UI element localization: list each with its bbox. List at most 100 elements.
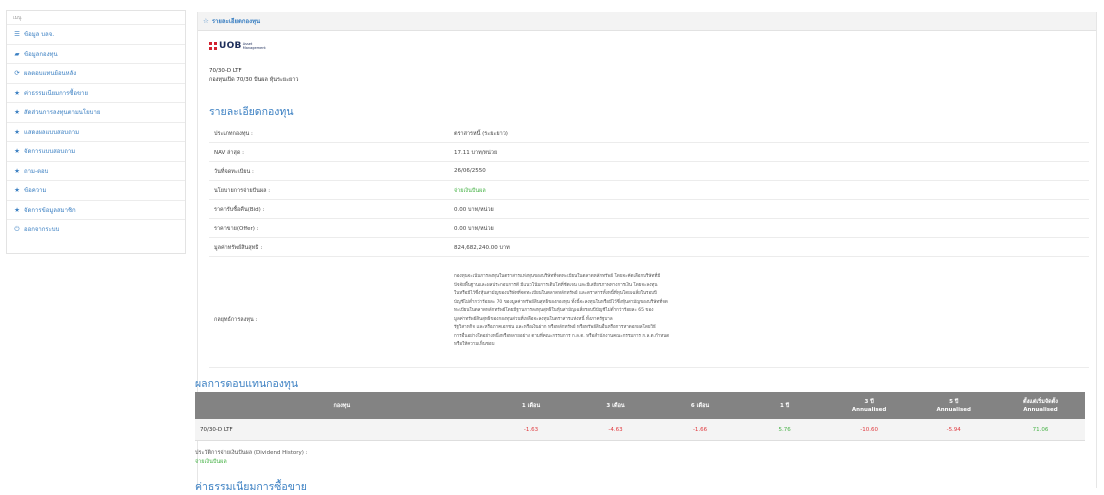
detail-heading: รายละเอียดกองทุน bbox=[209, 106, 294, 118]
sidebar-item[interactable]: ⟳ ผลตอบแทนย้อนหลัง bbox=[7, 63, 185, 83]
sidebar-item-label: ข้อมูลกองทุน bbox=[24, 50, 58, 58]
detail-label: มูลค่าทรัพย์สินสุทธิ : bbox=[214, 245, 263, 251]
performance-body: 70/30-D LTF -1.63 -4.63 -1.66 5.76 -10.60 -5.9… bbox=[195, 419, 1085, 441]
sidebar-item-label: ข้อความ bbox=[24, 187, 47, 195]
fund-code: 70/30-D LTF bbox=[209, 68, 242, 74]
sidebar-item[interactable]: ★ ถาม-ตอบ bbox=[7, 160, 185, 181]
uob-logo-subtitle: Asset Management bbox=[242, 42, 266, 50]
column-header-line2: Annualised bbox=[851, 406, 887, 413]
sidebar-header: เมนู bbox=[13, 15, 22, 21]
detail-row: มูลค่าทรัพย์สินสุทธิ : 824,682,240.00 บาท bbox=[209, 238, 1089, 257]
detail-label: วันที่จดทะเบียน : bbox=[214, 169, 254, 175]
performance-column-header: 3 ปี Annualised bbox=[826, 392, 912, 419]
performance-column-header: กองทุน bbox=[195, 392, 489, 419]
detail-label: NAV ล่าสุด : bbox=[214, 150, 245, 156]
return-cell: -4.63 bbox=[573, 419, 658, 441]
uob-logo-mark bbox=[209, 42, 217, 50]
column-header-line1: 5 ปี bbox=[949, 398, 959, 405]
return-cell: -1.63 bbox=[488, 419, 574, 441]
sidebar-item-label: จัดการข้อมูลสมาชิก bbox=[24, 206, 76, 214]
star-icon: ★ bbox=[14, 108, 20, 117]
performance-column-header: 6 เดือน bbox=[657, 392, 743, 419]
star-icon: ★ bbox=[14, 88, 20, 97]
table-row: 70/30-D LTF -1.63 -4.63 -1.66 5.76 -10.60 -5.9… bbox=[195, 419, 1085, 441]
performance-column-header: 1 เดือน bbox=[488, 392, 574, 419]
performance-column-header: 3 เดือน bbox=[573, 392, 658, 419]
policy-row: กลยุทธ์การลงทุน : กองทุนจะเน้นการลงทุนใน… bbox=[209, 270, 1089, 368]
performance-heading: ผลการดอบแทนกองทุน bbox=[195, 378, 299, 390]
sidebar-item-label: แสดงผลแบบสอบถาม bbox=[24, 128, 80, 136]
column-header-line1: ตั้งแต่เริ่มจัดตั้ง bbox=[1023, 398, 1058, 405]
sidebar-item[interactable]: ★ จัดการข้อมูลสมาชิก bbox=[7, 199, 185, 220]
sidebar-item[interactable]: ★ ข้อความ bbox=[7, 180, 185, 200]
column-header-line1: 6 เดือน bbox=[690, 402, 710, 409]
dividend-history-value[interactable]: จ่ายเงินปันผล bbox=[195, 458, 227, 466]
sidebar-item[interactable]: ▰ ข้อมูลกองทุน bbox=[7, 43, 185, 64]
performance-table: กองทุน 1 เดือน 3 เดือน 6 เดือน 1 ปี 3 ปี Annua… bbox=[195, 392, 1085, 441]
sidebar-item[interactable]: ★ จัดการแบบสอบถาม bbox=[7, 141, 185, 161]
star-icon: ★ bbox=[14, 147, 20, 156]
detail-row: NAV ล่าสุด : 17.11 บาท/หน่วย bbox=[209, 143, 1089, 162]
detail-value: 0.00 บาท/หน่วย bbox=[454, 207, 494, 213]
detail-label: ราคารับซื้อคืน(Bid) : bbox=[214, 207, 265, 213]
detail-row: ประเภทกองทุน : ตราสารหนี้ (ระยะยาว) bbox=[209, 124, 1089, 143]
detail-label: นโยบายการจ่ายปันผล : bbox=[214, 188, 271, 194]
sidebar-item[interactable]: ☰ ข้อมูล บลจ. bbox=[7, 24, 185, 44]
detail-value: 824,682,240.00 บาท bbox=[454, 245, 510, 251]
sidebar-item-label: ออกจากระบบ bbox=[24, 226, 60, 234]
column-header-line1: กองทุน bbox=[333, 402, 351, 409]
power-icon: ⏻ bbox=[14, 224, 20, 233]
detail-row: ราคาขาย(Offer) : 0.00 บาท/หน่วย bbox=[209, 219, 1089, 238]
sidebar-item-label: จัดการแบบสอบถาม bbox=[24, 148, 76, 156]
performance-header-row: กองทุน 1 เดือน 3 เดือน 6 เดือน 1 ปี 3 ปี Annua… bbox=[195, 392, 1085, 419]
return-cell: 71.06 bbox=[995, 419, 1085, 441]
sidebar-item[interactable]: ★ แสดงผลแบบสอบถาม bbox=[7, 121, 185, 142]
performance-column-header: 1 ปี bbox=[742, 392, 827, 419]
sidebar-item[interactable]: ★ ค่าธรรมเนียมการซื้อขาย bbox=[7, 82, 185, 103]
return-cell: -5.94 bbox=[911, 419, 996, 441]
column-header-line1: 3 เดือน bbox=[606, 402, 625, 409]
detail-value: จ่ายเงินปันผล bbox=[454, 188, 486, 194]
detail-label: ราคาขาย(Offer) : bbox=[214, 226, 259, 232]
column-header-line1: 1 เดือน bbox=[521, 402, 541, 409]
detail-row: ราคารับซื้อคืน(Bid) : 0.00 บาท/หน่วย bbox=[209, 200, 1089, 219]
panel-header: ☆ รายละเอียดกองทุน bbox=[198, 12, 1096, 31]
sidebar-item-label: ถาม-ตอบ bbox=[24, 167, 49, 175]
dividend-history-label: ประวัติการจ่ายเงินปันผล (Dividend Histor… bbox=[195, 450, 308, 456]
column-header-line1: 1 ปี bbox=[779, 402, 790, 409]
detail-row: วันที่จดทะเบียน : 26/06/2550 bbox=[209, 162, 1089, 181]
star-icon: ☆ bbox=[203, 17, 209, 25]
sidebar-item-label: สัดส่วนการลงทุนตามนโยบาย bbox=[24, 109, 101, 117]
sidebar-items: ☰ ข้อมูล บลจ. ▰ ข้อมูลกองทุน ⟳ ผลตอบแทนย้อนหล… bbox=[7, 24, 185, 239]
detail-row: นโยบายการจ่ายปันผล : จ่ายเงินปันผล bbox=[209, 181, 1089, 200]
sidebar-item[interactable]: ⏻ ออกจากระบบ bbox=[7, 219, 185, 239]
policy-label: กลยุทธ์การลงทุน : bbox=[214, 317, 258, 323]
fund-cell: 70/30-D LTF bbox=[195, 419, 489, 441]
sidebar-item[interactable]: ★ สัดส่วนการลงทุนตามนโยบาย bbox=[7, 102, 185, 122]
return-cell: -1.66 bbox=[657, 419, 743, 441]
sidebar-item-label: ข้อมูล บลจ. bbox=[24, 31, 55, 39]
main-panel: ☆ รายละเอียดกองทุน UOB Asset Management … bbox=[195, 12, 1097, 493]
star-icon: ★ bbox=[14, 127, 20, 136]
panel-title: รายละเอียดกองทุน bbox=[211, 18, 261, 25]
star-icon: ★ bbox=[14, 186, 20, 195]
star-icon: ★ bbox=[14, 166, 20, 175]
detail-value: 26/06/2550 bbox=[454, 168, 486, 174]
list-icon: ☰ bbox=[14, 30, 20, 39]
fund-name: กองทุนเปิด 70/30 ปันผล หุ้นระยะยาว bbox=[209, 77, 299, 83]
uob-logo-text: UOB bbox=[219, 41, 242, 51]
performance-column-header: 5 ปี Annualised bbox=[911, 392, 996, 419]
detail-value: ตราสารหนี้ (ระยะยาว) bbox=[454, 131, 508, 137]
refresh-icon: ⟳ bbox=[14, 69, 20, 78]
column-header-line2: Annualised bbox=[936, 406, 971, 413]
detail-value: 17.11 บาท/หน่วย bbox=[454, 150, 498, 156]
fees-heading: ค่าธรรมเนียมการซื้อขาย bbox=[195, 481, 307, 493]
uob-logo: UOB Asset Management bbox=[209, 41, 266, 51]
star-icon: ★ bbox=[14, 205, 20, 214]
sidebar: เมนู ☰ ข้อมูล บลจ. ▰ ข้อมูลกองทุน ⟳ ผลตอบแทนย… bbox=[6, 10, 186, 254]
detail-label: ประเภทกองทุน : bbox=[214, 131, 253, 137]
detail-value: 0.00 บาท/หน่วย bbox=[454, 226, 494, 232]
folder-icon: ▰ bbox=[14, 49, 20, 58]
policy-text: กองทุนจะเน้นการลงทุนในตราสารแห่งทุนของบร… bbox=[454, 274, 670, 347]
sidebar-item-label: ค่าธรรมเนียมการซื้อขาย bbox=[24, 89, 88, 97]
